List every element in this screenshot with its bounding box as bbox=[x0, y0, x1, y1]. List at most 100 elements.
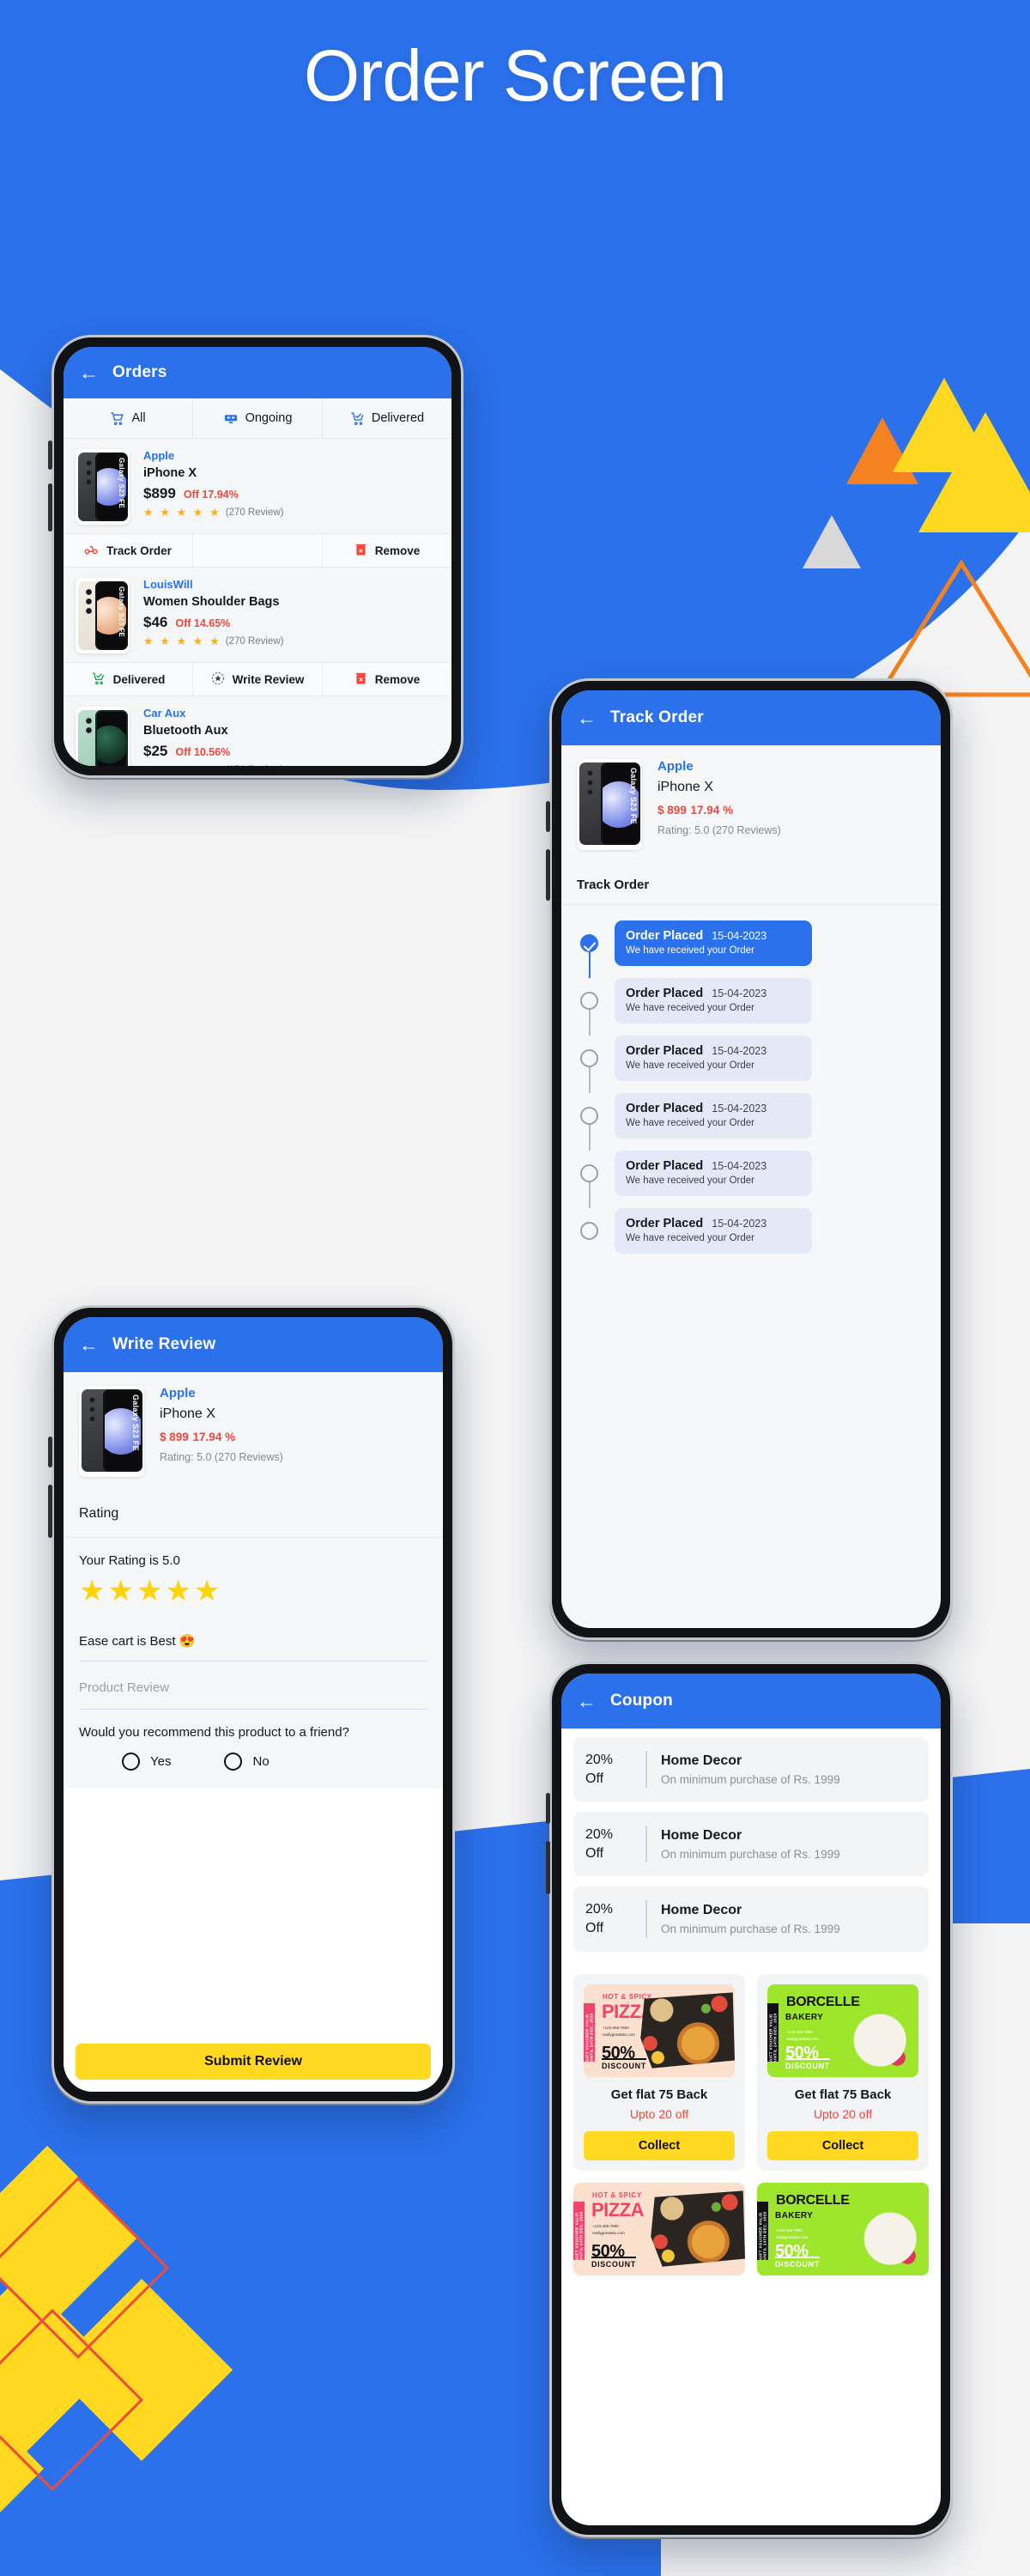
collect-button[interactable]: Collect bbox=[584, 2130, 735, 2160]
promo-grid-row2: GIFT VOUCHER VALID UNTIL 24TH DEC. 2020 … bbox=[561, 2171, 941, 2275]
pizza-photo bbox=[640, 1992, 735, 2069]
decorative-triangle-grey bbox=[803, 515, 861, 568]
tab-all[interactable]: All bbox=[64, 398, 193, 438]
timeline-step: Order Placed 15-04-2023 We have received… bbox=[580, 1151, 925, 1208]
coupon-row[interactable]: 20% Off Home Decor On minimum purchase o… bbox=[573, 1737, 929, 1802]
bakery-photo bbox=[833, 2189, 929, 2269]
track-appbar: ← Track Order bbox=[561, 690, 941, 745]
submit-review-button[interactable]: Submit Review bbox=[76, 2044, 431, 2080]
coupon-off: Off bbox=[585, 1920, 604, 1935]
promo-card: GIFT VOUCHER VALID UNTIL 24TH DEC. 2020 … bbox=[757, 1973, 929, 2171]
star-circle-icon bbox=[211, 671, 225, 688]
step-title: Order Placed bbox=[626, 987, 704, 1000]
remove-button[interactable]: Remove bbox=[323, 663, 451, 696]
review-headline-value[interactable]: Ease cart is Best 😍 bbox=[64, 1616, 443, 1661]
tab-delivered[interactable]: Delivered bbox=[323, 398, 451, 438]
divider bbox=[645, 1826, 647, 1863]
step-title: Order Placed bbox=[626, 929, 704, 943]
radio-no-label: No bbox=[252, 1753, 270, 1769]
promo-head2: BAKERY bbox=[775, 2210, 814, 2221]
arrow-left-icon[interactable]: ← bbox=[577, 1691, 597, 1711]
coupon-row[interactable]: 20% Off Home Decor On minimum purchase o… bbox=[573, 1812, 929, 1877]
product-name: Bluetooth Aux bbox=[143, 724, 228, 738]
review-count: (270 Review) bbox=[225, 507, 284, 518]
step-title: Order Placed bbox=[626, 1159, 704, 1173]
order-actions: Track Order Remove bbox=[64, 533, 451, 567]
radio-yes-label: Yes bbox=[150, 1753, 172, 1769]
promo-head2: PIZZA bbox=[591, 2198, 645, 2221]
promo-banner-bakery: GIFT VOUCHER VALID UNTIL 24TH DEC. 2020 … bbox=[757, 2182, 929, 2275]
rating-stars-input[interactable]: ★★★★★ bbox=[79, 1577, 427, 1606]
product-rating: Rating: 5.0 (270 Reviews) bbox=[160, 1451, 283, 1463]
divider bbox=[645, 1751, 647, 1789]
track-timeline: Order Placed 15-04-2023 We have received… bbox=[561, 905, 941, 1281]
tab-ongoing[interactable]: Ongoing bbox=[193, 398, 323, 438]
pizza-photo bbox=[651, 2190, 745, 2267]
track-order-screen: ← Track Order Galaxy S23 FE Apple iPhone… bbox=[561, 690, 941, 1628]
cart-icon bbox=[110, 411, 124, 426]
product-thumbnail bbox=[76, 707, 130, 766]
circle-icon bbox=[580, 1164, 598, 1182]
promo-site: reallygreatsite.com bbox=[603, 2032, 635, 2038]
product-thumbnail: Galaxy S23 FE bbox=[577, 759, 642, 850]
promo-phone: +123-456-7890 bbox=[786, 2029, 813, 2034]
promo-head1: HOT & SPICY bbox=[592, 2190, 642, 2199]
bakery-photo bbox=[822, 1990, 918, 2070]
product-discount: Off 10.56% bbox=[175, 746, 231, 758]
promo-cta: Get flat 75 Back bbox=[794, 2087, 892, 2102]
product-brand: Apple bbox=[657, 759, 694, 774]
promo-banner-bakery: GIFT VOUCHER VALID UNTIL 24TH DEC. 2020 … bbox=[767, 1984, 918, 2077]
product-review-input[interactable]: Product Review bbox=[64, 1662, 443, 1709]
decorative-triangle-outline bbox=[876, 558, 1030, 697]
product-thumbnail: Galaxy S23 FE bbox=[76, 449, 130, 525]
write-review-label: Write Review bbox=[232, 672, 305, 686]
coupon-percent: 20% bbox=[585, 1902, 614, 1917]
promo-discount-label: DISCOUNT bbox=[591, 2256, 636, 2269]
timeline-step: Order Placed 15-04-2023 We have received… bbox=[580, 1036, 925, 1093]
step-date: 15-04-2023 bbox=[712, 1160, 767, 1172]
recommend-options: Yes No bbox=[64, 1749, 443, 1788]
step-sub: We have received your Order bbox=[626, 1233, 754, 1243]
step-date: 15-04-2023 bbox=[712, 987, 767, 999]
coupon-row[interactable]: 20% Off Home Decor On minimum purchase o… bbox=[573, 1886, 929, 1952]
action-spacer bbox=[193, 534, 323, 567]
review-count: (270 Review) bbox=[225, 636, 284, 647]
radio-yes[interactable]: Yes bbox=[122, 1752, 172, 1771]
write-review-button[interactable]: Write Review bbox=[193, 663, 323, 696]
delivered-button[interactable]: Delivered bbox=[64, 663, 193, 696]
product-name: iPhone X bbox=[143, 466, 197, 480]
phone-track-order: ← Track Order Galaxy S23 FE Apple iPhone… bbox=[546, 678, 953, 1640]
step-date: 15-04-2023 bbox=[712, 1045, 767, 1057]
arrow-left-icon[interactable]: ← bbox=[79, 1334, 99, 1355]
arrow-left-icon[interactable]: ← bbox=[79, 362, 99, 383]
timeline-step: Order Placed 15-04-2023 We have received… bbox=[580, 1093, 925, 1151]
tab-delivered-label: Delivered bbox=[371, 411, 425, 425]
review-product-row: Galaxy S23 FE Apple iPhone X $ 899 17.94… bbox=[64, 1372, 443, 1491]
product-name: iPhone X bbox=[160, 1406, 215, 1421]
gift-voucher-strip: GIFT VOUCHER VALID UNTIL 24TH DEC. 2020 bbox=[584, 2002, 595, 2062]
check-icon bbox=[580, 934, 598, 952]
product-discount: 17.94 % bbox=[690, 804, 734, 817]
step-date: 15-04-2023 bbox=[712, 930, 767, 942]
scooter-icon bbox=[84, 543, 99, 558]
track-order-button[interactable]: Track Order bbox=[64, 534, 193, 567]
radio-circle-icon bbox=[224, 1752, 243, 1771]
promo-card: GIFT VOUCHER VALID UNTIL 24TH DEC. 2020 … bbox=[757, 2182, 929, 2275]
thumb-label: Galaxy S23 FE bbox=[118, 586, 125, 638]
product-thumbnail: Galaxy S23 FE bbox=[79, 1386, 144, 1477]
promo-banner-pizza: GIFT VOUCHER VALID UNTIL 24TH DEC. 2020 … bbox=[573, 2182, 745, 2275]
step-date: 15-04-2023 bbox=[712, 1218, 767, 1230]
coupon-screen: ← Coupon 20% Off Home Decor On minimum p… bbox=[561, 1674, 941, 2525]
step-sub: We have received your Order bbox=[626, 1118, 754, 1128]
remove-button[interactable]: Remove bbox=[323, 534, 451, 567]
promo-phone: +123-456-7890 bbox=[603, 2025, 629, 2030]
radio-no[interactable]: No bbox=[224, 1752, 270, 1771]
promo-card: GIFT VOUCHER VALID UNTIL 24TH DEC. 2020 … bbox=[573, 2182, 745, 2275]
product-discount: 17.94 % bbox=[192, 1431, 236, 1443]
orders-appbar: ← Orders bbox=[64, 347, 451, 398]
thumb-label: Galaxy S23 FE bbox=[118, 458, 125, 509]
page-title: Order Screen bbox=[303, 35, 727, 116]
collect-button[interactable]: Collect bbox=[767, 2130, 918, 2160]
phone-coupon: ← Coupon 20% Off Home Decor On minimum p… bbox=[546, 1662, 953, 2537]
arrow-left-icon[interactable]: ← bbox=[577, 708, 597, 728]
